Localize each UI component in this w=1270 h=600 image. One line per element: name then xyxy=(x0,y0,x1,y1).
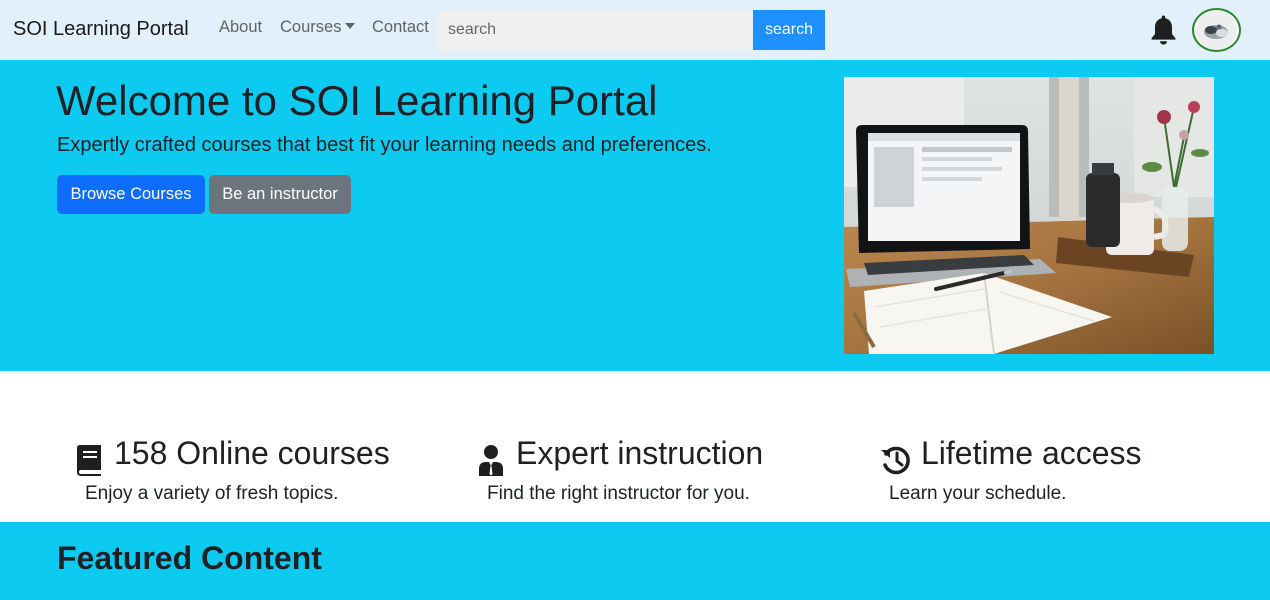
feature-instruction-title: Expert instruction xyxy=(516,435,764,471)
avatar[interactable] xyxy=(1192,8,1241,52)
brand-logo-text[interactable]: SOI Learning Portal xyxy=(13,18,189,41)
hero-section: Welcome to SOI Learning Portal Expertly … xyxy=(0,60,1270,371)
history-icon xyxy=(881,446,910,475)
featured-section: Featured Content xyxy=(0,522,1270,600)
hero-subtitle: Expertly crafted courses that best fit y… xyxy=(57,134,712,156)
book-icon xyxy=(77,445,101,476)
laptop-notebook-photo-icon xyxy=(844,77,1214,354)
hero-image xyxy=(844,77,1214,354)
avatar-image-icon xyxy=(1196,10,1237,50)
nav-link-courses-dropdown[interactable]: Courses xyxy=(280,18,356,37)
feature-instruction-text: Find the right instructor for you. xyxy=(487,483,750,504)
caret-down-icon xyxy=(345,23,356,29)
instructor-icon xyxy=(479,445,503,476)
navbar: SOI Learning Portal About Courses Contac… xyxy=(0,0,1270,60)
nav-link-contact[interactable]: Contact xyxy=(372,18,429,37)
bell-icon[interactable] xyxy=(1150,14,1177,46)
feature-courses-text: Enjoy a variety of fresh topics. xyxy=(85,483,339,504)
featured-content-heading: Featured Content xyxy=(57,540,322,576)
hero-title: Welcome to SOI Learning Portal xyxy=(56,77,658,124)
nav-link-about[interactable]: About xyxy=(219,18,262,37)
search-button[interactable]: search xyxy=(753,10,825,50)
search-input[interactable] xyxy=(438,10,752,50)
browse-courses-button[interactable]: Browse Courses xyxy=(57,175,205,214)
be-an-instructor-button[interactable]: Be an instructor xyxy=(209,175,351,214)
feature-lifetime-title: Lifetime access xyxy=(921,435,1142,471)
nav-link-courses-label: Courses xyxy=(280,18,342,36)
feature-courses-title: 158 Online courses xyxy=(114,435,390,471)
feature-lifetime-text: Learn your schedule. xyxy=(889,483,1067,504)
